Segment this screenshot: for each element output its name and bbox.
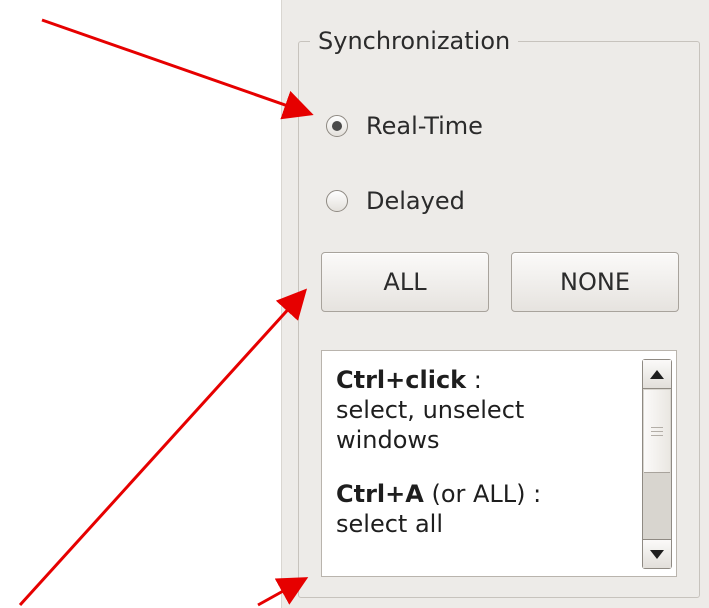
radio-unselected-icon[interactable] [326, 190, 348, 212]
none-button[interactable]: NONE [511, 252, 679, 312]
scroll-up-arrow-icon[interactable] [643, 360, 671, 389]
radio-label-real-time: Real-Time [366, 112, 483, 140]
help-item-ctrl-click: Ctrl+click : select, unselect windows [336, 365, 636, 455]
radio-label-delayed: Delayed [366, 187, 465, 215]
shortcut-suffix: : [466, 366, 482, 394]
help-item-ctrl-a: Ctrl+A (or ALL) : select all [336, 479, 636, 539]
scroll-thumb[interactable] [644, 390, 670, 473]
help-desc-line: windows [336, 426, 440, 454]
vertical-scrollbar[interactable] [642, 359, 672, 569]
shortcut-label: Ctrl+A [336, 480, 424, 508]
all-button[interactable]: ALL [321, 252, 489, 312]
radio-delayed[interactable]: Delayed [326, 181, 465, 221]
group-title: Synchronization [310, 24, 519, 58]
annotation-arrow [18, 288, 308, 607]
help-text-box[interactable]: Ctrl+click : select, unselect windows Ct… [321, 350, 677, 577]
help-desc-line: select, unselect [336, 396, 525, 424]
shortcut-suffix: (or ALL) : [423, 480, 542, 508]
radio-real-time[interactable]: Real-Time [326, 106, 483, 146]
help-text: Ctrl+click : select, unselect windows Ct… [336, 365, 636, 563]
scroll-down-arrow-icon[interactable] [643, 539, 671, 568]
annotation-arrow [41, 18, 314, 120]
help-desc-line: select all [336, 510, 443, 538]
radio-selected-icon[interactable] [326, 115, 348, 137]
shortcut-label: Ctrl+click [336, 366, 467, 394]
